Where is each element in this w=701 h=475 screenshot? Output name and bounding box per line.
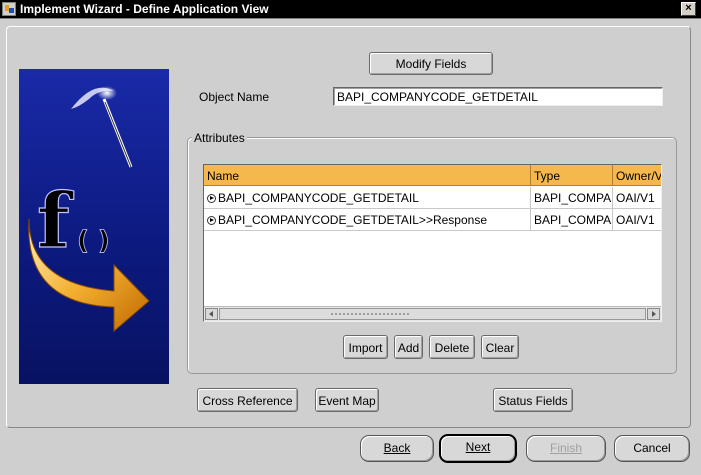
finish-button: Finish [526, 435, 606, 462]
banner-f-glyph: f [37, 176, 74, 265]
next-button[interactable]: Next [439, 434, 517, 463]
row-type-cell: BAPI_COMPAN [531, 209, 613, 230]
cross-reference-label: Cross Reference [202, 394, 293, 408]
next-label: Next [465, 440, 491, 454]
status-fields-button[interactable]: Status Fields [493, 388, 573, 412]
scroll-left-arrow-icon[interactable] [205, 308, 218, 320]
row-name-cell: BAPI_COMPANYCODE_GETDETAIL [204, 187, 531, 208]
event-map-button[interactable]: Event Map [315, 388, 379, 412]
app-icon [2, 2, 16, 16]
cross-reference-button[interactable]: Cross Reference [197, 388, 298, 412]
horizontal-scrollbar[interactable] [204, 306, 661, 321]
cancel-button[interactable]: Cancel [614, 435, 690, 462]
import-button[interactable]: Import [343, 335, 388, 359]
expand-icon[interactable] [207, 194, 216, 203]
column-header-type[interactable]: Type [531, 165, 613, 186]
column-header-name[interactable]: Name [204, 165, 531, 186]
cancel-label: Cancel [633, 441, 671, 455]
modify-fields-label: Modify Fields [395, 57, 467, 71]
banner-parens: ( ) [77, 226, 110, 256]
row-name-text: BAPI_COMPANYCODE_GETDETAIL>>Response [218, 213, 487, 227]
add-button[interactable]: Add [394, 335, 423, 359]
close-button[interactable]: × [681, 2, 696, 16]
scroll-right-arrow-icon[interactable] [647, 308, 660, 320]
row-name-text: BAPI_COMPANYCODE_GETDETAIL [218, 191, 419, 205]
event-map-label: Event Map [318, 394, 376, 408]
back-label: Back [383, 441, 411, 455]
back-button[interactable]: Back [360, 435, 434, 462]
clear-button[interactable]: Clear [481, 335, 519, 359]
clear-label: Clear [485, 341, 515, 355]
object-name-label: Object Name [199, 90, 270, 104]
table-row[interactable]: BAPI_COMPANYCODE_GETDETAIL BAPI_COMPAN O… [204, 187, 661, 209]
window-title: Implement Wizard - Define Application Vi… [20, 2, 269, 16]
delete-label: Delete [434, 341, 470, 355]
column-header-owner[interactable]: Owner/V [613, 165, 661, 186]
add-label: Add [397, 341, 420, 355]
row-type-cell: BAPI_COMPAN [531, 187, 613, 208]
expand-icon[interactable] [207, 216, 216, 225]
row-owner-cell: OAI/V1 [613, 209, 661, 230]
row-name-cell: BAPI_COMPANYCODE_GETDETAIL>>Response [204, 209, 531, 230]
status-fields-label: Status Fields [498, 394, 568, 408]
function-f-icon: f ( ) [28, 86, 150, 333]
wizard-banner: f ( ) [19, 69, 169, 384]
delete-button[interactable]: Delete [429, 335, 475, 359]
scroll-thumb[interactable] [219, 308, 646, 320]
table-header: Name Type Owner/V [204, 165, 661, 186]
scroll-grip [330, 312, 410, 316]
row-owner-cell: OAI/V1 [613, 187, 661, 208]
attributes-table: Name Type Owner/V BAPI_COMPANYCODE_GETDE… [203, 164, 662, 322]
import-label: Import [348, 341, 383, 355]
attributes-group-label: Attributes [192, 131, 247, 145]
title-bar: Implement Wizard - Define Application Vi… [0, 0, 701, 19]
finish-label: Finish [549, 441, 582, 455]
object-name-field[interactable]: BAPI_COMPANYCODE_GETDETAIL [333, 87, 663, 106]
modify-fields-button[interactable]: Modify Fields [369, 52, 493, 75]
table-row[interactable]: BAPI_COMPANYCODE_GETDETAIL>>Response BAP… [204, 209, 661, 231]
